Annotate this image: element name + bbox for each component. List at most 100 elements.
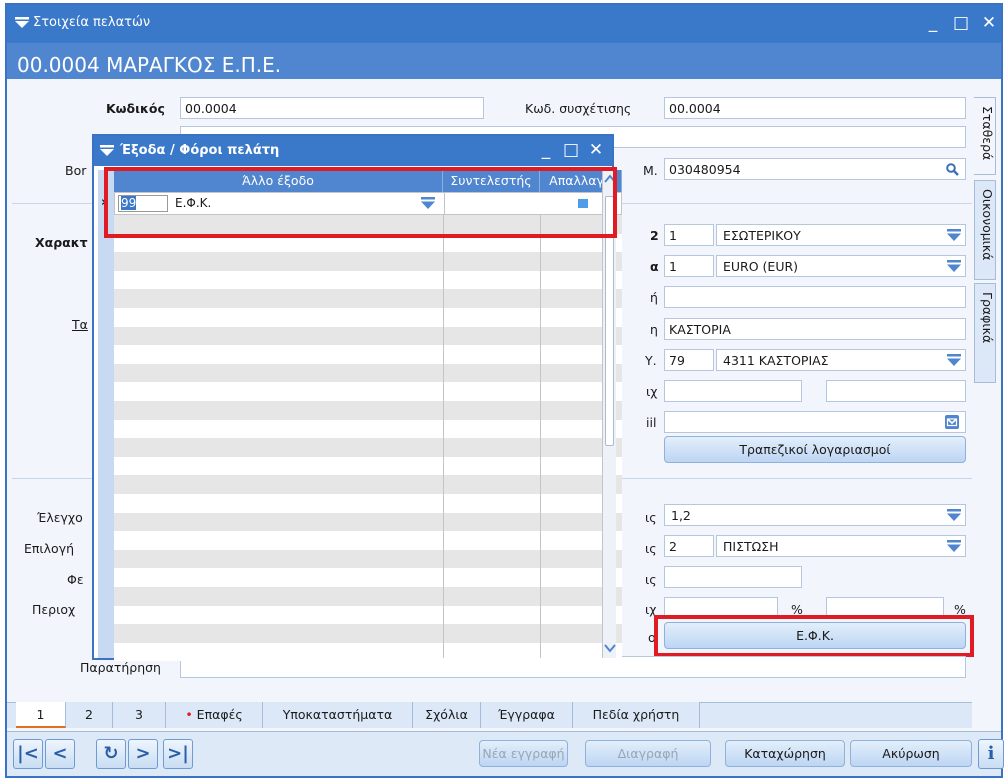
minimize-button[interactable]: _: [921, 13, 945, 33]
empty-grid-row[interactable]: [114, 289, 622, 308]
notes-label: Παρατήρηση: [80, 660, 161, 675]
mail-icon[interactable]: [945, 415, 959, 429]
partial-label-bor: Bor: [65, 163, 87, 178]
category-code-field[interactable]: 1: [664, 224, 714, 246]
close-button[interactable]: ✕: [977, 13, 1001, 33]
empty-grid-row[interactable]: [114, 438, 622, 457]
maximize-button[interactable]: □: [949, 13, 973, 33]
column-divider: [540, 192, 541, 658]
empty-grid-row[interactable]: [114, 642, 622, 662]
empty-grid-row[interactable]: [114, 363, 622, 383]
empty-grid-row[interactable]: [114, 252, 622, 271]
partial-label-is1: ις: [645, 510, 657, 525]
field-fe[interactable]: [664, 566, 802, 588]
empty-grid-row[interactable]: [114, 401, 622, 420]
partial-label-il: iil: [646, 415, 657, 430]
partial-label-check: Έλεγχο: [37, 510, 83, 525]
highlight-box-efk: [654, 615, 974, 657]
code-field[interactable]: 00.0004: [180, 97, 484, 119]
empty-grid-row[interactable]: [114, 531, 622, 550]
highlight-box-grid: [104, 167, 617, 238]
empty-grid-row[interactable]: [114, 587, 622, 606]
tax-office-code-field[interactable]: 79: [664, 349, 714, 371]
dialog-title: Έξοδα / Φόροι πελάτη: [120, 143, 280, 158]
bank-accounts-button[interactable]: Τραπεζικοί λογαριασμοί: [664, 436, 966, 463]
empty-grid-row[interactable]: [114, 605, 622, 625]
partial-label-i: ή: [650, 290, 658, 305]
scroll-down-icon[interactable]: [604, 644, 616, 653]
delete-button[interactable]: Διαγραφή: [585, 740, 711, 767]
empty-grid-row[interactable]: [114, 308, 622, 327]
dialog-maximize-button[interactable]: □: [559, 140, 583, 160]
currency-value: EURO (EUR): [723, 259, 799, 274]
new-record-button[interactable]: Νέα εγγραφή: [479, 740, 568, 767]
assoc-code-label: Κωδ. συσχέτισης: [525, 101, 632, 116]
partial-label-city: η: [650, 322, 658, 337]
menu-chevron-icon[interactable]: [15, 17, 29, 29]
category-select[interactable]: ΕΣΩΤΕΡΙΚΟΥ: [716, 224, 966, 246]
empty-grid-row[interactable]: [114, 494, 622, 513]
empty-grid-row[interactable]: [114, 326, 622, 346]
tab-user-fields[interactable]: Πεδία χρήστη: [573, 702, 700, 728]
empty-grid-row[interactable]: [114, 345, 622, 364]
empty-grid-row[interactable]: [114, 270, 622, 290]
dialog-close-button[interactable]: ✕: [584, 140, 608, 160]
bullet-icon: •: [185, 707, 193, 722]
tab-2[interactable]: 2: [66, 702, 113, 728]
previous-record-button[interactable]: <: [45, 739, 75, 769]
payment-select[interactable]: ΠΙΣΤΩΣΗ: [716, 535, 966, 557]
assoc-code-field[interactable]: 00.0004: [664, 97, 966, 119]
dropdown-chevron-icon: [947, 229, 961, 241]
tax-office-select[interactable]: 4311 ΚΑΣΤΟΡΙΑΣ: [716, 349, 966, 371]
code-label: Κωδικός: [106, 101, 165, 116]
next-record-button[interactable]: >: [128, 739, 158, 769]
empty-grid-row[interactable]: [114, 624, 622, 643]
afm-field[interactable]: 030480954: [664, 158, 966, 180]
profession-field[interactable]: [664, 286, 966, 308]
first-record-button[interactable]: |<: [13, 739, 43, 769]
partial-label-a: α: [650, 259, 659, 274]
city-field[interactable]: ΚΑΣΤΟΡΙΑ: [664, 318, 966, 340]
column-divider: [443, 192, 444, 658]
partial-label-ix: ιχ: [646, 384, 658, 399]
empty-grid-row[interactable]: [114, 475, 622, 494]
partial-label-selection: Επιλογή: [24, 541, 75, 556]
tab-1[interactable]: 1: [16, 702, 66, 728]
info-button[interactable]: i: [978, 739, 1004, 769]
check-select[interactable]: 1,2: [664, 504, 966, 526]
save-button[interactable]: Καταχώρηση: [725, 740, 845, 767]
empty-grid-row[interactable]: [114, 382, 622, 401]
empty-grid-row[interactable]: [114, 419, 622, 439]
empty-grid-row[interactable]: [114, 549, 622, 569]
tab-fixed[interactable]: Σταθερά: [974, 97, 996, 175]
tab-documents[interactable]: Έγγραφα: [481, 702, 573, 728]
dialog-scrollbar[interactable]: [602, 170, 616, 658]
dialog-minimize-button[interactable]: _: [534, 140, 558, 160]
tab-comments[interactable]: Σχόλια: [413, 702, 481, 728]
currency-code-field[interactable]: 1: [664, 255, 714, 277]
window-title: Στοιχεία πελατών: [33, 15, 151, 30]
empty-grid-row[interactable]: [114, 568, 622, 587]
empty-grid-row[interactable]: [114, 512, 622, 532]
dropdown-chevron-icon: [947, 509, 961, 521]
currency-select[interactable]: EURO (EUR): [716, 255, 966, 277]
phone-field[interactable]: [664, 380, 802, 402]
refresh-button[interactable]: ↻: [96, 739, 126, 769]
payment-value: ΠΙΣΤΩΣΗ: [723, 539, 779, 554]
email-field[interactable]: [664, 411, 966, 433]
tab-graphics[interactable]: Γραφικά: [974, 283, 996, 383]
tab-branches[interactable]: Υποκαταστήματα: [263, 702, 413, 728]
last-record-button[interactable]: >|: [163, 739, 193, 769]
phone2-field[interactable]: [826, 380, 966, 402]
cancel-button[interactable]: Ακύρωση: [850, 740, 972, 767]
dialog-menu-chevron-icon[interactable]: [100, 145, 114, 157]
tab-contacts[interactable]: • Επαφές: [166, 702, 263, 728]
payment-code-field[interactable]: 2: [664, 535, 714, 557]
search-icon[interactable]: [946, 163, 959, 176]
tab-3[interactable]: 3: [113, 702, 166, 728]
partial-label-region: Περιοχ: [32, 602, 76, 617]
partial-label-t: Τα: [72, 317, 88, 332]
partial-label-is3: ις: [645, 572, 657, 587]
tab-financial[interactable]: Οικονομικά: [974, 180, 996, 280]
empty-grid-row[interactable]: [114, 456, 622, 476]
